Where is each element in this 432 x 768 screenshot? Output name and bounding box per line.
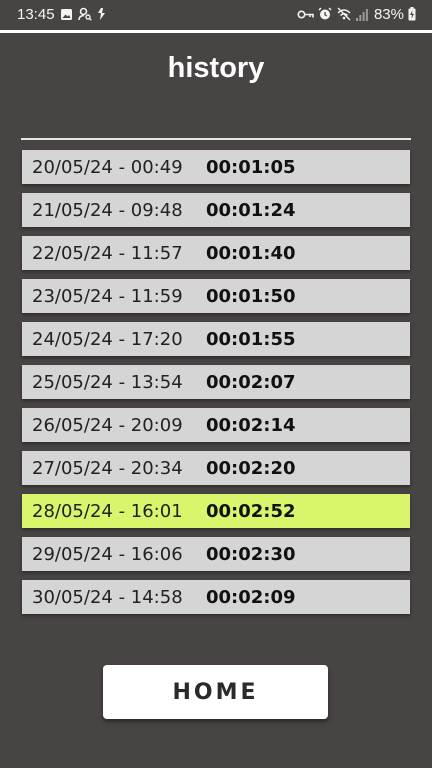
battery-percentage: 83% <box>373 5 404 23</box>
row-date: 24/05/24 - 17:20 <box>32 328 183 350</box>
history-row[interactable]: 20/05/24 - 00:49 00:01:05 <box>22 150 410 184</box>
row-duration: 00:01:55 <box>206 328 296 350</box>
row-duration: 00:01:05 <box>206 156 296 178</box>
row-duration: 00:02:52 <box>206 500 296 522</box>
row-duration: 00:02:14 <box>206 414 296 436</box>
row-date: 30/05/24 - 14:58 <box>32 586 183 608</box>
row-duration: 00:02:09 <box>206 586 296 608</box>
signal-arrow-icon <box>97 7 106 21</box>
person-search-icon <box>77 7 92 21</box>
row-duration: 00:01:40 <box>206 242 296 264</box>
row-duration: 00:02:07 <box>206 371 296 393</box>
history-row[interactable]: 24/05/24 - 17:20 00:01:55 <box>22 322 410 356</box>
status-left: 13:45 <box>17 6 106 23</box>
history-row[interactable]: 22/05/24 - 11:57 00:01:40 <box>22 236 410 270</box>
row-date: 26/05/24 - 20:09 <box>32 414 183 436</box>
row-date: 21/05/24 - 09:48 <box>32 199 183 221</box>
battery-charging-icon <box>408 7 416 21</box>
row-duration: 00:01:50 <box>206 285 296 307</box>
history-row[interactable]: 29/05/24 - 16:06 00:02:30 <box>22 537 410 571</box>
alarm-icon <box>318 7 332 21</box>
history-row[interactable]: 23/05/24 - 11:59 00:01:50 <box>22 279 410 313</box>
no-signal-icon <box>336 7 352 21</box>
row-date: 29/05/24 - 16:06 <box>32 543 183 565</box>
history-list[interactable]: 20/05/24 - 00:49 00:01:05 21/05/24 - 09:… <box>21 138 411 618</box>
history-row[interactable]: 25/05/24 - 13:54 00:02:07 <box>22 365 410 399</box>
image-icon <box>60 8 73 21</box>
row-date: 23/05/24 - 11:59 <box>32 285 183 307</box>
status-right: 83% <box>297 6 416 23</box>
row-date: 27/05/24 - 20:34 <box>32 457 183 479</box>
history-row-highlighted[interactable]: 28/05/24 - 16:01 00:02:52 <box>22 494 410 528</box>
row-duration: 00:02:30 <box>206 543 296 565</box>
history-row[interactable]: 27/05/24 - 20:34 00:02:20 <box>22 451 410 485</box>
row-duration: 00:02:20 <box>206 457 296 479</box>
row-date: 22/05/24 - 11:57 <box>32 242 183 264</box>
row-duration: 00:01:24 <box>206 199 296 221</box>
home-button[interactable]: HOME <box>103 665 328 719</box>
key-icon <box>297 9 314 20</box>
page-title: history <box>167 52 265 84</box>
history-row[interactable]: 30/05/24 - 14:58 00:02:09 <box>22 580 410 614</box>
history-row[interactable]: 26/05/24 - 20:09 00:02:14 <box>22 408 410 442</box>
clock-time: 13:45 <box>17 5 55 23</box>
row-date: 28/05/24 - 16:01 <box>32 500 183 522</box>
row-date: 25/05/24 - 13:54 <box>32 371 183 393</box>
status-bar: 13:45 83% <box>0 0 432 33</box>
history-row[interactable]: 21/05/24 - 09:48 00:01:24 <box>22 193 410 227</box>
row-date: 20/05/24 - 00:49 <box>32 156 183 178</box>
cell-signal-icon <box>355 8 368 21</box>
